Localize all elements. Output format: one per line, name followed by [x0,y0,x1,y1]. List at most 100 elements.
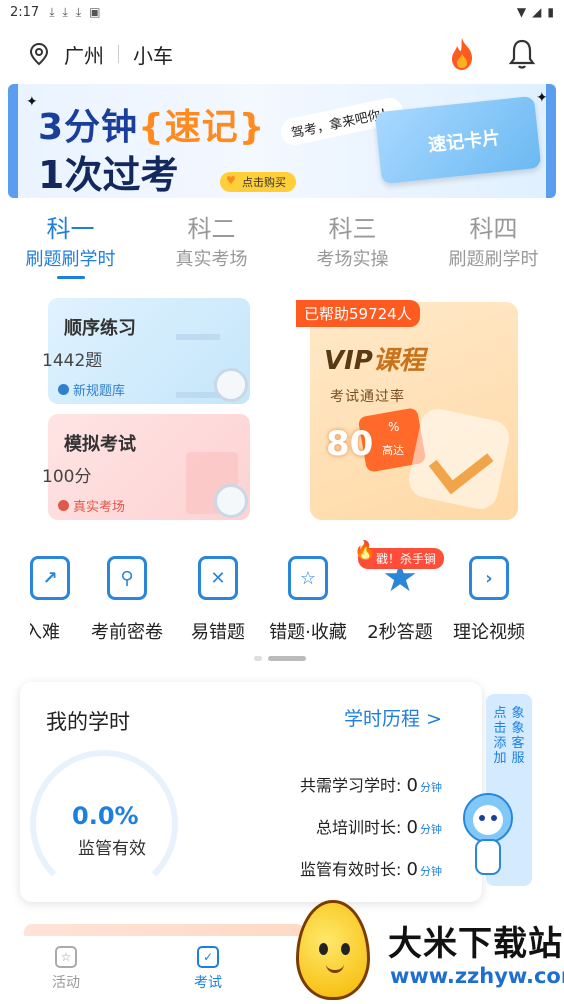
active-tab-indicator [56,276,85,279]
action-label: 由浅入难 [30,622,60,643]
action-wrong-and-favorites[interactable]: ☆ 错题·收藏 [262,552,354,644]
favorite-icon: ☆ [288,556,328,600]
flashcard-label: 速记卡片 [427,127,502,157]
vip-course-card[interactable]: VIP课程 考试通过率 80 % 高达 [310,302,518,520]
secret-paper-icon: ⚲ [107,556,147,600]
progress-label: 监管有效 [78,839,146,859]
banner-edge-left [8,84,18,198]
card-title: 顺序练习 [64,318,136,339]
nav-activity[interactable]: ☆ 活动 [52,946,80,992]
score-count: 100分 [42,467,92,487]
hot-tag: 戳！杀手锏 [354,540,445,569]
stat-unit: 分钟 [420,781,442,794]
vip-title-b: 课程 [372,346,425,376]
clock-icon [214,484,248,518]
helped-count-badge: 已帮助59724人 [296,300,420,327]
action-label: 易错题 [191,622,245,643]
sparkle-icon: ✦ [536,90,548,106]
nav-label: 考试 [194,975,222,991]
vip-title: VIP课程 [324,340,425,377]
vehicle-type-selector[interactable]: 小车 [133,40,173,69]
watermark-logo [296,900,370,1000]
bell-icon[interactable] [508,38,536,70]
signal-icon: ◢ [532,5,542,19]
page-indicator [254,656,306,661]
watermark-title: 大米下载站 [388,924,563,964]
tab-subject-1[interactable]: 科一 刷题刷学时 [0,214,141,284]
action-label: 理论视频 [453,622,525,643]
study-time-title: 我的学时 [46,710,130,734]
top-bar: 广州 小车 [0,30,564,78]
download-icon: ⤓ [49,4,55,19]
card-subtitle: 真实考场 [58,496,125,515]
tab-title: 科一 [46,215,95,243]
page-dot [254,656,262,661]
system-icons: ▼ ◢ ▮ [517,5,554,19]
stat-value: 0 [406,817,418,838]
action-pre-exam-paper[interactable]: ⚲ 考前密卷 [84,552,170,644]
activity-icon: ☆ [55,946,77,968]
logo-eye [341,943,350,955]
card-subtitle-text: 真实考场 [73,500,126,515]
banner-subheadline: 1次过考 [38,153,179,197]
sparkle-icon: ✦ [26,94,38,110]
up-to-label: 高达 [382,444,404,457]
tab-subject-4[interactable]: 科四 刷题刷学时 [423,214,564,284]
logo-mouth [326,963,344,973]
vip-title-a: VIP [324,346,373,376]
fire-icon[interactable] [446,36,478,72]
city-selector[interactable]: 广州 [64,40,104,69]
wifi-icon: ▼ [516,5,527,19]
tab-subtitle: 考场实操 [316,249,389,270]
action-easy-to-hard[interactable]: ↗ 由浅入难 [30,552,70,644]
clock-dot-icon [58,500,69,511]
location-icon[interactable] [28,42,50,66]
wrong-book-icon: ✕ [198,556,238,600]
banner-headline: 3分钟{速记} [38,98,265,150]
tab-title: 科四 [469,215,518,243]
stat-effective-time: 监管有效时长: 0 分钟 [300,856,442,880]
logo-eye [319,943,328,955]
mock-exam-card[interactable]: 模拟考试 100分 真实考场 [42,414,250,520]
stat-label: 监管有效时长: [300,860,402,879]
nav-exam[interactable]: ✓ 考试 [194,946,222,992]
banner-headline-a: 3分钟 [38,107,139,148]
study-history-link[interactable]: 学时历程 > [344,704,442,731]
nav-label: 活动 [52,975,80,991]
banner-headline-b: {速记} [138,107,266,148]
mascot-icon[interactable] [458,790,518,880]
tab-subject-2[interactable]: 科二 真实考场 [141,214,282,284]
stat-total-training: 总培训时长: 0 分钟 [316,814,442,838]
service-text-name: 象象客服 [511,706,525,766]
question-count: 1442题 [42,351,103,371]
download-icon: ⤓ [62,4,68,19]
percent-sign: % [388,420,400,434]
stat-unit: 分钟 [420,865,442,878]
video-icon: › [469,556,509,600]
download-icon: ⤓ [75,4,82,19]
stat-value: 0 [406,859,418,880]
clock-icon [214,368,248,402]
bottom-card-peek [24,924,304,936]
card-subtitle: 新规题库 [58,380,125,399]
action-label: 错题·收藏 [269,622,347,643]
action-label: 考前密卷 [91,622,163,643]
pass-rate-value: 80 [326,424,374,464]
exam-icon: ✓ [197,946,219,968]
sequential-practice-card[interactable]: 顺序练习 1442题 新规题库 [42,298,250,404]
stat-unit: 分钟 [420,823,442,836]
status-bar: 2:17 ⤓ ⤓ ⤓ ▣ ▼ ◢ ▮ [0,0,564,24]
flashcard-image: 速记卡片 [374,95,542,185]
divider [118,45,119,63]
buy-button[interactable]: 点击购买 [220,172,296,192]
tab-subject-3[interactable]: 科三 考场实操 [282,214,423,284]
promo-banner[interactable]: ✦ ✦ 3分钟{速记} 1次过考 点击购买 驾考，拿来吧你！ 速记卡片 [8,84,556,198]
tab-subtitle: 真实考场 [175,249,248,270]
action-theory-video[interactable]: › 理论视频 [446,552,532,644]
action-error-prone[interactable]: ✕ 易错题 [184,552,252,644]
service-text-add: 点击添加 [493,706,507,766]
stat-required-hours: 共需学习学时: 0 分钟 [300,772,442,796]
card-subtitle-text: 新规题库 [73,384,126,399]
clock-dot-icon [58,384,69,395]
tab-subtitle: 刷题刷学时 [448,249,539,270]
